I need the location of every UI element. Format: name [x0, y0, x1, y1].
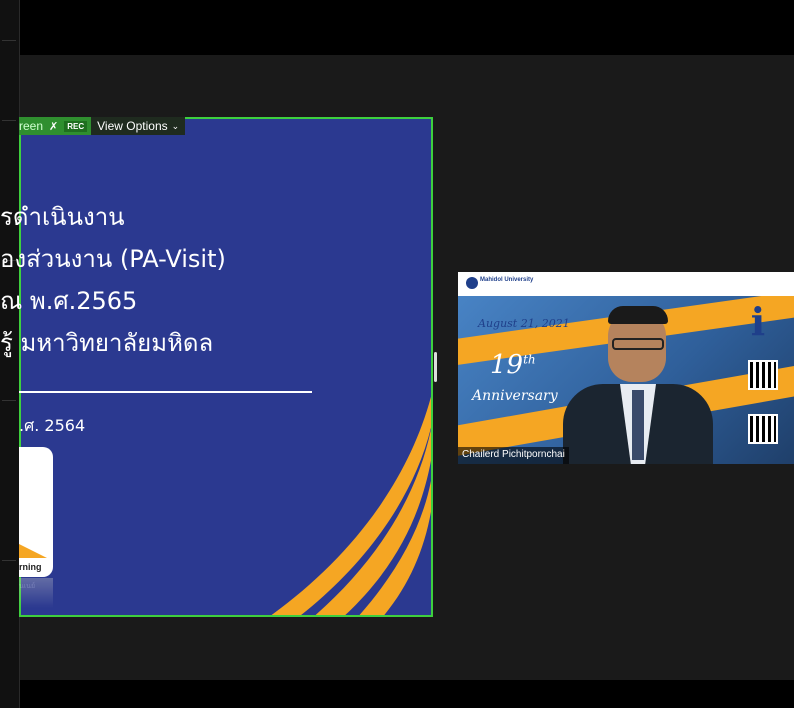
slide-title: รดำเนินงาน องส่วนงาน (PA-Visit) ณ พ.ศ.25… — [0, 196, 226, 364]
slide-date: .ศ. 2564 — [19, 416, 86, 435]
university-seal-icon — [466, 277, 478, 289]
slide-gold-swoosh — [271, 396, 431, 615]
participant-glasses — [612, 338, 664, 350]
view-options-label: View Options — [97, 119, 168, 133]
participant-tie — [632, 390, 644, 460]
slide-title-line: ณ พ.ศ.2565 — [0, 287, 138, 315]
bottom-black-bar — [0, 680, 794, 708]
logo-triangle-icon — [19, 544, 47, 558]
logo-label: rning — [19, 562, 42, 572]
sidebar-ghost-line — [2, 40, 16, 41]
slide-title-line: รู้ มหาวิทยาลัยมหิดล — [0, 329, 214, 357]
sharing-indicator[interactable]: reen ✗ REC — [19, 117, 92, 135]
anniversary-number-value: 19 — [490, 350, 524, 380]
background-org-name: Mahidol University — [480, 277, 534, 283]
chevron-down-icon: ⌄ — [171, 120, 180, 131]
slide-title-line: องส่วนงาน (PA-Visit) — [0, 245, 226, 273]
sidebar-ghost-line — [2, 120, 16, 121]
anniversary-number: 19th — [490, 350, 536, 380]
anniversary-word: Anniversary — [472, 388, 558, 404]
participant-video-tile[interactable]: Mahidol University August 21, 2021 19th … — [458, 272, 794, 464]
background-header — [458, 272, 794, 296]
panel-resize-handle[interactable] — [434, 352, 437, 382]
sidebar-ghost-line — [2, 560, 16, 561]
shared-screen-slide — [19, 117, 433, 617]
background-date: August 21, 2021 — [478, 317, 570, 330]
rec-badge: REC — [64, 120, 88, 132]
pin-icon[interactable]: ✗ — [49, 120, 58, 133]
participant-hair — [608, 306, 668, 324]
qr-code-icon — [748, 360, 778, 390]
logo-sublabel: นเนย์ — [19, 583, 36, 590]
share-toolbar: reen ✗ REC View Options ⌄ — [19, 117, 186, 135]
top-black-bar — [0, 0, 794, 55]
slide-logo-card: rning — [19, 447, 53, 577]
sharing-label: reen — [19, 119, 44, 133]
participant-name-tag: Chailerd Pichitpornchai — [458, 447, 569, 464]
sidebar-ghost-line — [2, 400, 16, 401]
slide-divider — [19, 391, 312, 393]
institute-logo-icon: i — [750, 299, 766, 344]
view-options-button[interactable]: View Options ⌄ — [91, 117, 186, 135]
qr-code-icon — [748, 414, 778, 444]
slide-title-line: รดำเนินงาน — [0, 203, 125, 231]
logo-reflection: นเนย์ — [19, 578, 53, 608]
anniversary-suffix: th — [523, 352, 536, 367]
